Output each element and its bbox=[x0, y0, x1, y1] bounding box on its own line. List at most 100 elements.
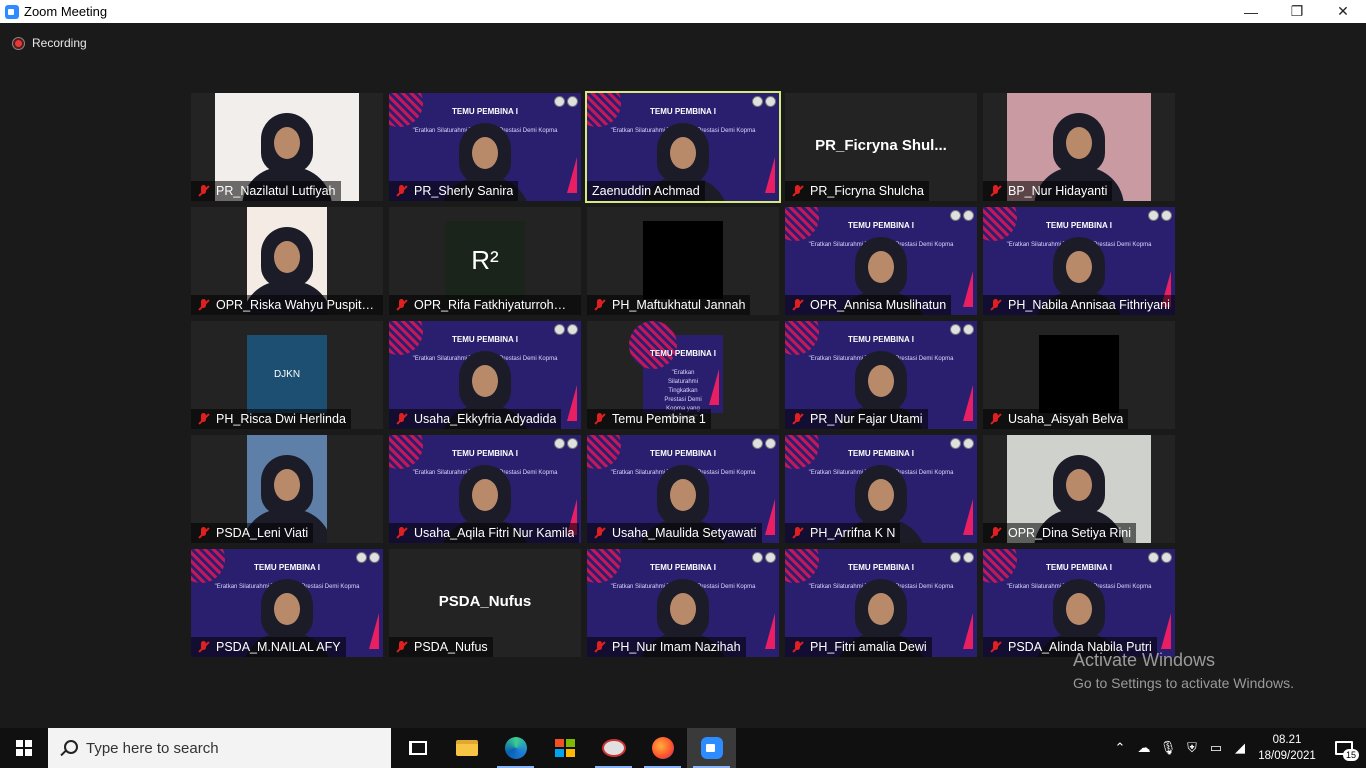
muted-mic-icon bbox=[196, 298, 212, 312]
participant-tile[interactable]: DJKN PH_Risca Dwi Herlinda bbox=[191, 321, 383, 429]
participant-label: PH_Arrifna K N bbox=[785, 523, 901, 543]
participant-tile[interactable]: TEMU PEMBINA I"Eratkan Silaturahmi Tingk… bbox=[785, 549, 977, 657]
participant-tile[interactable]: TEMU PEMBINA I"Eratkan Silaturahmi Tingk… bbox=[785, 321, 977, 429]
profile-picture: DJKN bbox=[247, 335, 327, 413]
window-title: Zoom Meeting bbox=[24, 4, 108, 19]
participant-tile[interactable]: PSDA_Nufus PSDA_Nufus bbox=[389, 549, 581, 657]
participant-label: Temu Pembina 1 bbox=[587, 409, 711, 429]
logo-icons bbox=[356, 552, 380, 563]
participant-label: PH_Nabila Annisaa Fithriyani bbox=[983, 295, 1175, 315]
participant-tile[interactable]: R² OPR_Rifa Fatkhiyaturrohmah bbox=[389, 207, 581, 315]
participant-tile[interactable]: TEMU PEMBINA I"Eratkan Silaturahmi Tingk… bbox=[983, 549, 1175, 657]
participant-label: Usaha_Aisyah Belva bbox=[983, 409, 1129, 429]
task-view-button[interactable] bbox=[393, 728, 442, 768]
start-button[interactable] bbox=[0, 728, 48, 768]
muted-mic-icon bbox=[592, 298, 608, 312]
muted-mic-icon bbox=[196, 184, 212, 198]
folder-icon bbox=[455, 740, 478, 756]
participant-label: PH_Nur Imam Nazihah bbox=[587, 637, 746, 657]
edge-button[interactable] bbox=[491, 728, 540, 768]
muted-mic-icon bbox=[394, 184, 410, 198]
security-icon[interactable]: ⛨ bbox=[1180, 728, 1204, 768]
participant-tile[interactable]: BP_Nur Hidayanti bbox=[983, 93, 1175, 201]
banner-title: TEMU PEMBINA I bbox=[452, 107, 518, 116]
participant-tile[interactable]: TEMU PEMBINA I"Eratkan Silaturahmi Tingk… bbox=[389, 321, 581, 429]
participant-tile[interactable]: TEMU PEMBINA I"Eratkan Silaturahmi Tingk… bbox=[587, 435, 779, 543]
participant-name: PR_Nazilatul Lutfiyah bbox=[216, 184, 336, 198]
participant-name: PH_Nabila Annisaa Fithriyani bbox=[1008, 298, 1170, 312]
taskbar-search[interactable]: Type here to search bbox=[48, 728, 391, 768]
recording-label: Recording bbox=[32, 36, 87, 50]
participant-label: Zaenuddin Achmad bbox=[587, 181, 705, 201]
participant-tile[interactable]: TEMU PEMBINA I"Eratkan Silaturahmi Tingk… bbox=[389, 435, 581, 543]
microphone-icon[interactable]: 🎙 bbox=[1156, 728, 1180, 768]
notification-center-button[interactable]: 15 bbox=[1322, 728, 1366, 768]
logo-icons bbox=[950, 210, 974, 221]
participant-name: Usaha_Ekkyfria Adyadida bbox=[414, 412, 557, 426]
muted-mic-icon bbox=[988, 640, 1004, 654]
participant-label: Usaha_Aqila Fitri Nur Kamila bbox=[389, 523, 580, 543]
pinned-apps bbox=[393, 728, 736, 768]
zoom-button[interactable] bbox=[687, 728, 736, 768]
participant-tile[interactable]: PSDA_Leni Viati bbox=[191, 435, 383, 543]
participant-tile[interactable]: PH_Maftukhatul Jannah bbox=[587, 207, 779, 315]
participant-tile[interactable]: TEMU PEMBINA I"Eratkan Silaturahmi Tingk… bbox=[389, 93, 581, 201]
participant-name: Usaha_Aqila Fitri Nur Kamila bbox=[414, 526, 575, 540]
minimize-button[interactable]: — bbox=[1228, 0, 1274, 23]
participant-name: OPR_Annisa Muslihatun bbox=[810, 298, 947, 312]
firefox-icon bbox=[651, 737, 674, 759]
clock[interactable]: 08.21 18/09/2021 bbox=[1252, 732, 1322, 764]
participant-label: OPR_Riska Wahyu Puspitas... bbox=[191, 295, 383, 315]
participant-tile[interactable]: TEMU PEMBINA I"Eratkan Silaturahmi Tingk… bbox=[585, 91, 781, 203]
participant-tile[interactable]: OPR_Dina Setiya Rini bbox=[983, 435, 1175, 543]
recording-indicator[interactable]: Recording bbox=[13, 36, 87, 50]
restore-button[interactable]: ❐ bbox=[1274, 0, 1320, 23]
task-view-icon bbox=[408, 741, 427, 755]
muted-mic-icon bbox=[790, 526, 806, 540]
notification-count: 15 bbox=[1342, 749, 1359, 761]
store-icon bbox=[554, 739, 575, 757]
file-explorer-button[interactable] bbox=[442, 728, 491, 768]
muted-mic-icon bbox=[592, 526, 608, 540]
participant-tile[interactable]: TEMU PEMBINA I"Eratkan Silaturahmi Tingk… bbox=[587, 549, 779, 657]
muted-mic-icon bbox=[196, 640, 212, 654]
firefox-button[interactable] bbox=[638, 728, 687, 768]
close-button[interactable]: ✕ bbox=[1320, 0, 1366, 23]
muted-mic-icon bbox=[592, 412, 608, 426]
battery-icon[interactable]: ▭ bbox=[1204, 728, 1228, 768]
edge-icon bbox=[504, 737, 527, 759]
store-button[interactable] bbox=[540, 728, 589, 768]
taskbar: Type here to search ⌃ ☁ 🎙 ⛨ ▭ ◢ 08.21 18… bbox=[0, 728, 1366, 768]
participant-tile[interactable]: PR_Ficryna Shul... PR_Ficryna Shulcha bbox=[785, 93, 977, 201]
muted-mic-icon bbox=[394, 526, 410, 540]
participant-label: OPR_Annisa Muslihatun bbox=[785, 295, 952, 315]
participant-name: OPR_Riska Wahyu Puspitas... bbox=[216, 298, 378, 312]
participant-label: PH_Risca Dwi Herlinda bbox=[191, 409, 351, 429]
meeting-banner-background: TEMU PEMBINA I"Eratkan Silaturahmi Tingk… bbox=[629, 321, 723, 421]
participant-tile[interactable]: PR_Nazilatul Lutfiyah bbox=[191, 93, 383, 201]
participant-label: PR_Nur Fajar Utami bbox=[785, 409, 928, 429]
video-off-placeholder bbox=[643, 221, 723, 299]
participant-tile[interactable]: TEMU PEMBINA I"Eratkan Silaturahmi Tingk… bbox=[785, 435, 977, 543]
participant-tile[interactable]: Usaha_Aisyah Belva bbox=[983, 321, 1175, 429]
participant-display-name: PR_Ficryna Shul... bbox=[815, 137, 947, 154]
chevron-up-icon[interactable]: ⌃ bbox=[1108, 728, 1132, 768]
participant-name: PH_Fitri amalia Dewi bbox=[810, 640, 927, 654]
participant-label: PH_Maftukhatul Jannah bbox=[587, 295, 751, 315]
onedrive-icon[interactable]: ☁ bbox=[1132, 728, 1156, 768]
participant-tile[interactable]: TEMU PEMBINA I"Eratkan Silaturahmi Tingk… bbox=[191, 549, 383, 657]
participant-label: BP_Nur Hidayanti bbox=[983, 181, 1113, 201]
muted-mic-icon bbox=[988, 412, 1004, 426]
search-icon bbox=[60, 740, 78, 756]
network-icon[interactable]: ◢ bbox=[1228, 728, 1252, 768]
participant-name: PR_Sherly Sanira bbox=[414, 184, 514, 198]
paint-button[interactable] bbox=[589, 728, 638, 768]
participant-tile[interactable]: TEMU PEMBINA I"Eratkan Silaturahmi Tingk… bbox=[587, 321, 779, 429]
participant-tile[interactable]: OPR_Riska Wahyu Puspitas... bbox=[191, 207, 383, 315]
participant-tile[interactable]: TEMU PEMBINA I"Eratkan Silaturahmi Tingk… bbox=[983, 207, 1175, 315]
participant-tile[interactable]: TEMU PEMBINA I"Eratkan Silaturahmi Tingk… bbox=[785, 207, 977, 315]
participant-name: Temu Pembina 1 bbox=[612, 412, 706, 426]
logo-icons bbox=[554, 324, 578, 335]
muted-mic-icon bbox=[394, 640, 410, 654]
logo-icons bbox=[752, 438, 776, 449]
